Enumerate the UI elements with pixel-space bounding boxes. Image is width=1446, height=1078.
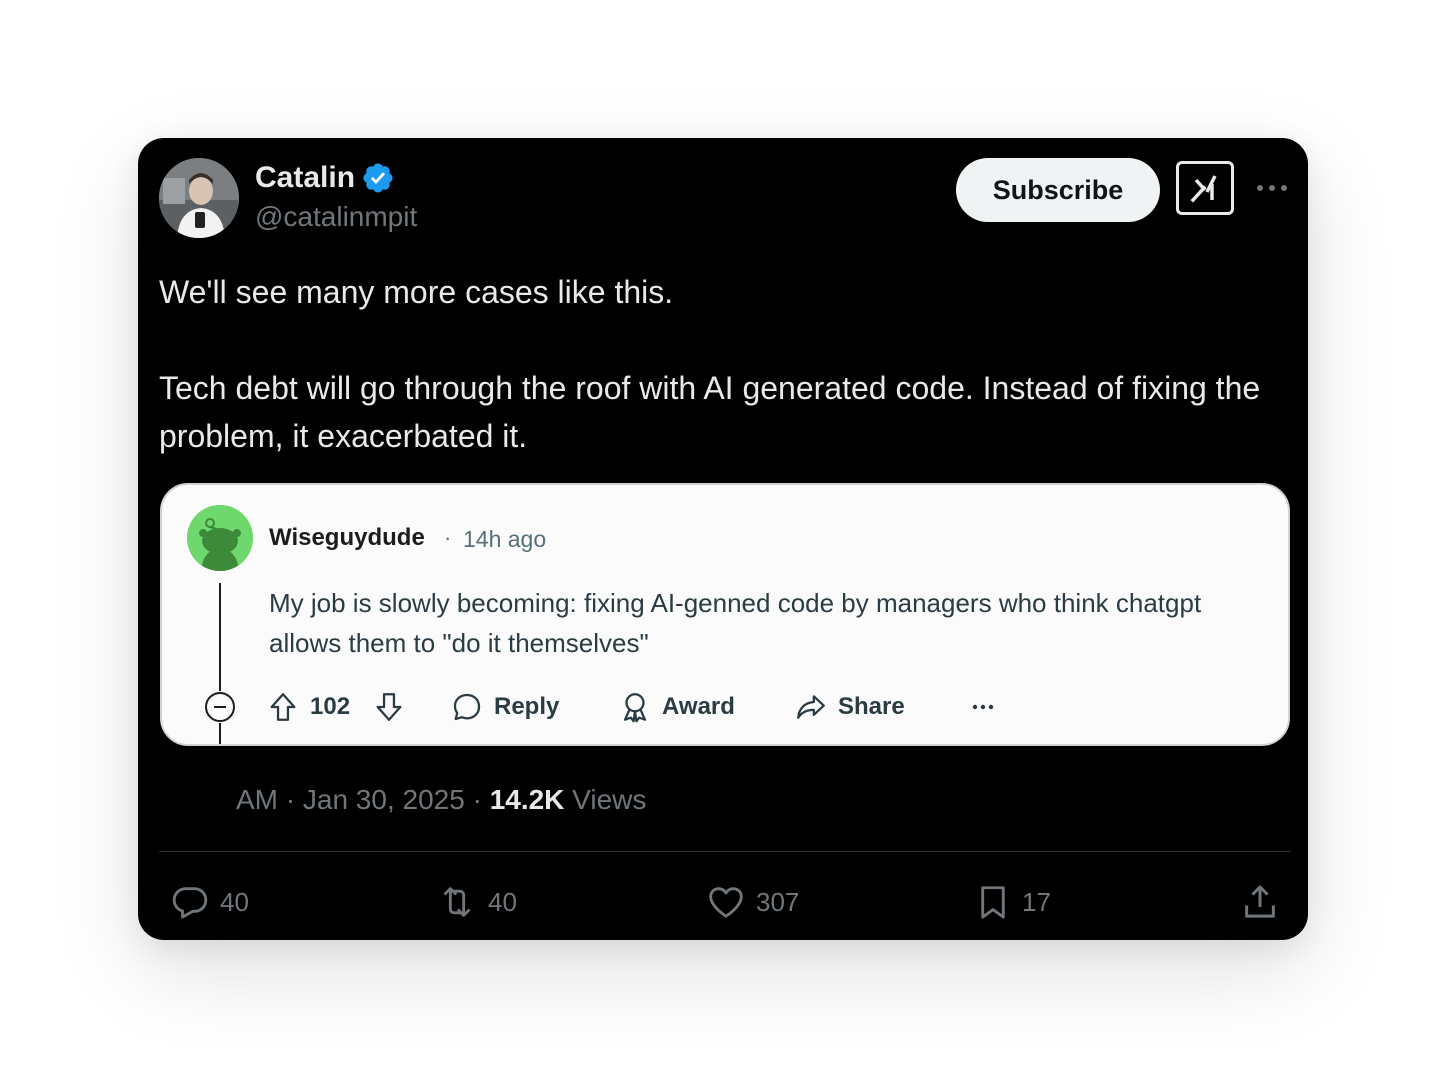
vote-count-label: 102 [310,693,351,720]
author-name[interactable]: Catalin [255,160,355,196]
grok-button[interactable] [1176,161,1234,215]
vote-count: 102 [310,685,350,729]
reply-icon [172,887,208,919]
repost-icon [443,887,471,917]
collapse-icon [205,692,235,722]
author-handle[interactable]: @catalinmpit [255,200,417,234]
author-avatar[interactable] [159,158,239,238]
downvote-button[interactable] [372,685,406,729]
tweet-text-line-2: Tech debt will go through the roof with … [159,370,1261,454]
reddit-username[interactable]: Wiseguydude [269,523,425,553]
upvote-icon [270,693,296,721]
share-button[interactable]: Share [794,685,905,729]
embedded-reddit-comment[interactable]: Wiseguydude · 14h ago My job is slowly b… [160,483,1290,746]
reply-label: Reply [494,693,560,720]
upload-share-icon [1245,885,1275,918]
thread-line-continuation [219,723,221,744]
award-button[interactable]: Award [618,685,735,729]
upvote-button[interactable] [266,685,300,729]
author-name-row[interactable]: Catalin [255,160,395,196]
tweet-timestamp[interactable]: AM · Jan 30, 2025 · [236,784,490,815]
more-icon [1257,185,1287,191]
bookmark-count: 17 [1022,886,1051,917]
tweet-card: Catalin @catalinmpit Subscribe We'll see… [138,138,1308,940]
views-count: 14.2K [489,784,565,815]
grok-icon [1190,175,1217,203]
bookmark-button[interactable]: 17 [974,880,1051,924]
downvote-icon [376,693,402,721]
views-label: Views [564,784,647,815]
reddit-comment-body: My job is slowly becoming: fixing AI-gen… [269,588,1202,658]
share-tweet-button[interactable] [1240,880,1280,924]
like-button[interactable]: 307 [706,880,799,924]
share-icon [797,695,825,719]
comment-icon [453,693,481,721]
reply-count: 40 [220,886,249,917]
like-count: 307 [756,886,800,917]
verified-badge-icon [361,161,395,195]
reddit-user-avatar[interactable] [187,505,253,571]
collapse-thread-button[interactable] [204,691,236,723]
award-icon [623,693,647,723]
more-options-button[interactable] [1254,172,1290,204]
like-icon [709,887,743,918]
repost-count: 40 [488,886,517,917]
repost-button[interactable]: 40 [436,880,517,924]
bookmark-icon [981,886,1005,919]
award-label: Award [662,693,735,720]
comment-timestamp: 14h ago [463,526,547,552]
tweet-text-line-1: We'll see many more cases like this. [159,274,674,310]
divider [159,851,1291,852]
thread-line [219,583,221,691]
comment-more-button[interactable] [972,685,994,729]
tweet-text: We'll see many more cases like this. Tec… [159,268,1279,460]
share-label: Share [838,693,905,720]
separator-dot: · [444,525,452,550]
subscribe-button[interactable]: Subscribe [956,158,1160,222]
more-icon [972,704,994,710]
tweet-meta: AM · Jan 30, 2025 · 14.2K Views [236,780,646,820]
reply-button[interactable]: Reply [450,685,559,729]
reply-button[interactable]: 40 [170,880,249,924]
